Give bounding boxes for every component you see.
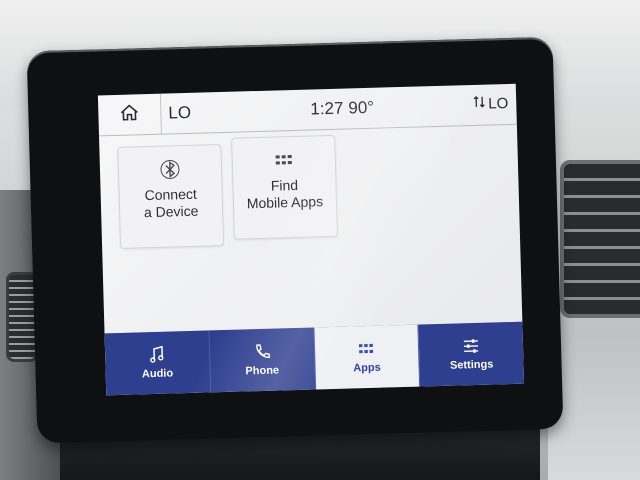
nav-tab-phone[interactable]: Phone [209, 327, 316, 393]
apps-grid-icon [359, 343, 374, 354]
outside-temperature: 90° [348, 97, 375, 118]
right-air-vent [560, 160, 640, 318]
nav-label-apps: Apps [353, 361, 381, 375]
apps-grid-icon [275, 155, 292, 165]
nav-tab-apps[interactable]: Apps [313, 324, 421, 390]
connect-device-tile[interactable]: Connect a Device [117, 144, 225, 249]
home-button[interactable] [97, 93, 162, 136]
climate-right-label: LO [488, 94, 509, 113]
nav-label-phone: Phone [245, 364, 280, 378]
nav-label-audio: Audio [141, 367, 174, 381]
home-icon [119, 103, 140, 127]
phone-icon [255, 344, 270, 358]
bluetooth-icon [160, 159, 180, 179]
status-bar: LO 1:27 90° LO [97, 83, 517, 137]
infotainment-bezel: LO 1:27 90° LO Connect a Device Find Mob… [26, 36, 564, 444]
music-note-icon [149, 345, 164, 363]
climate-right-status[interactable]: LO [473, 94, 509, 113]
climate-left-status[interactable]: LO [168, 103, 191, 124]
nav-tab-audio[interactable]: Audio [104, 330, 211, 396]
nav-label-settings: Settings [449, 358, 494, 372]
clock-time: 1:27 [310, 98, 344, 119]
nav-tab-settings[interactable]: Settings [419, 322, 524, 387]
find-mobile-apps-tile[interactable]: Find Mobile Apps [231, 134, 338, 240]
bottom-nav-bar: Audio Phone Apps Settings [104, 321, 525, 396]
tile-label-line2: a Device [143, 202, 199, 221]
sliders-icon [464, 339, 479, 353]
infotainment-screen: LO 1:27 90° LO Connect a Device Find Mob… [97, 83, 525, 396]
fan-arrows-icon [473, 95, 485, 113]
tile-label-line2: Mobile Apps [246, 193, 324, 212]
